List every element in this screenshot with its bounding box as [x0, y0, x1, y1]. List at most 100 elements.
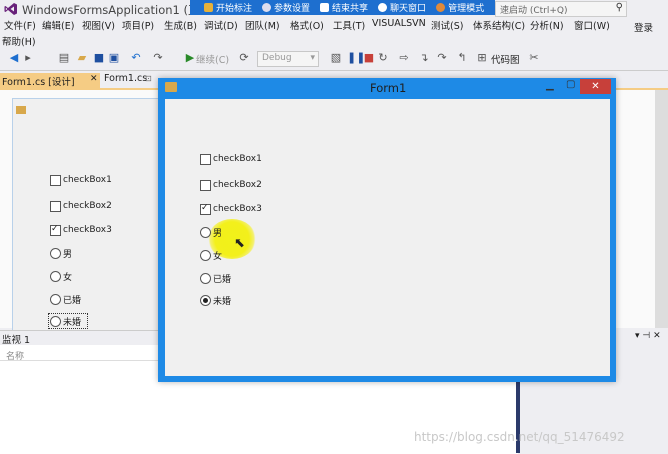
menu-build[interactable]: 生成(B) — [164, 18, 197, 32]
stop-icon[interactable]: ■ — [363, 52, 375, 64]
pin-icon[interactable]: ▾ ⊣ ✕ — [635, 331, 661, 341]
close-icon[interactable]: ✕ — [90, 74, 98, 84]
designer-checkbox-3[interactable]: ✓ — [50, 225, 61, 236]
stop-share-icon — [320, 3, 330, 12]
share-stop[interactable]: 结束共享 — [316, 1, 374, 14]
designer-radio-male[interactable] — [50, 248, 61, 259]
menu-window[interactable]: 窗口(W) — [574, 18, 610, 32]
designer-radio-female-label: 女 — [63, 273, 73, 283]
form-icon — [16, 106, 26, 114]
tab-form1-designer[interactable]: Form1.cs [设计] ✕ — [0, 73, 100, 88]
form1-checkbox-2-label: checkBox2 — [213, 180, 262, 190]
designer-checkbox-1-label: checkBox1 — [63, 175, 112, 185]
designer-radio-female[interactable] — [50, 271, 61, 282]
quick-launch-placeholder: 速启动 (Ctrl+Q) — [500, 6, 568, 16]
pause-icon[interactable]: ❚❚ — [347, 52, 365, 64]
menu-help[interactable]: 帮助(H) — [2, 34, 36, 48]
maximize-icon[interactable]: ▢ — [566, 79, 575, 90]
visual-studio-logo-icon — [4, 3, 17, 15]
designer-radio-single[interactable] — [50, 316, 61, 327]
menu-visualsvn[interactable]: VISUALSVN — [372, 18, 426, 29]
open-folder-icon[interactable]: ▰ — [76, 52, 88, 64]
menu-debug[interactable]: 调试(D) — [204, 18, 238, 32]
redo-icon[interactable]: ↷ — [152, 52, 164, 64]
play-icon[interactable]: ▶ — [184, 52, 196, 64]
form1-radio-single[interactable] — [200, 295, 211, 306]
share-item-label: 管理模式 — [448, 4, 485, 14]
share-admin[interactable]: 管理模式 — [432, 1, 490, 14]
gear-icon — [262, 3, 272, 12]
form1-radio-female[interactable] — [200, 250, 211, 261]
form1-app-icon — [165, 82, 177, 92]
new-project-icon[interactable]: ▤ — [58, 52, 70, 64]
user-icon — [436, 3, 446, 12]
menu-edit[interactable]: 编辑(E) — [42, 18, 74, 32]
codemap-icon[interactable]: ⊞ — [476, 52, 488, 64]
designer-checkbox-3-label: checkBox3 — [63, 225, 112, 235]
form1-radio-male[interactable] — [200, 227, 211, 238]
watermark: https://blog.csdn.net/qq_51476492 — [414, 430, 625, 444]
form1-checkbox-2[interactable] — [200, 180, 211, 191]
designer-radio-married[interactable] — [50, 294, 61, 305]
save-all-icon[interactable]: ▣ — [108, 52, 120, 64]
watch-title: 监视 1 — [2, 335, 31, 346]
share-start-annotate[interactable]: 开始标注 — [200, 1, 258, 14]
restart-debug-icon[interactable]: ↻ — [377, 52, 389, 64]
continue-button[interactable]: 继续(C) — [196, 52, 229, 66]
login-link[interactable]: 登录 — [634, 20, 653, 34]
radio-dot-icon — [203, 298, 208, 303]
mouse-pointer-icon: ⬉ — [234, 236, 245, 251]
form1-checkbox-3-label: checkBox3 — [213, 204, 262, 214]
share-chat[interactable]: 聊天窗口 — [374, 1, 432, 14]
designer-radio-single-label: 未婚 — [63, 318, 82, 328]
lock-icon: ⊡ — [145, 74, 152, 83]
menu-architecture[interactable]: 体系结构(C) — [473, 18, 525, 32]
form1-radio-married-label: 已婚 — [213, 275, 232, 285]
save-icon[interactable]: ■ — [93, 52, 105, 64]
designer-radio-male-label: 男 — [63, 250, 73, 260]
show-next-statement-icon[interactable]: ⇨ — [398, 52, 410, 64]
menu-analyze[interactable]: 分析(N) — [530, 18, 564, 32]
menu-tools[interactable]: 工具(T) — [333, 18, 365, 32]
designer-checkbox-2[interactable] — [50, 201, 61, 212]
share-settings[interactable]: 参数设置 — [258, 1, 316, 14]
tab-form1-code[interactable]: Form1.cs — [104, 73, 147, 84]
step-into-icon[interactable]: ↴ — [418, 52, 430, 64]
attach-icon[interactable]: ▧ — [330, 52, 342, 64]
designer-checkbox-2-label: checkBox2 — [63, 201, 112, 211]
form1-radio-male-label: 男 — [213, 229, 223, 239]
minimize-icon[interactable]: ▁ — [546, 80, 554, 91]
solution-config-select[interactable]: Debug ▾ — [257, 51, 319, 67]
menu-project[interactable]: 项目(P) — [122, 18, 154, 32]
menu-file[interactable]: 文件(F) — [4, 18, 36, 32]
designer-radio-married-label: 已婚 — [63, 296, 82, 306]
menu-test[interactable]: 测试(S) — [431, 18, 463, 32]
designer-checkbox-1[interactable] — [50, 175, 61, 186]
form1-checkbox-1[interactable] — [200, 154, 211, 165]
form1-title: Form1 — [370, 81, 407, 95]
share-toolbar: 开始标注 参数设置 结束共享 聊天窗口 管理模式 — [190, 0, 495, 15]
codemap-button[interactable]: 代码图 — [491, 52, 520, 66]
pen-icon — [204, 3, 213, 12]
designer-scrollbar[interactable] — [655, 90, 668, 328]
share-item-label: 开始标注 — [216, 4, 253, 14]
close-button[interactable]: ✕ — [580, 79, 611, 94]
chevron-down-icon: ▾ — [310, 53, 315, 63]
share-item-label: 聊天窗口 — [390, 4, 427, 14]
share-item-label: 结束共享 — [332, 4, 369, 14]
back-icon[interactable]: ◀ — [8, 52, 20, 64]
form1-checkbox-3[interactable]: ✓ — [200, 204, 211, 215]
checkmark-icon: ✓ — [201, 203, 209, 213]
breakpoints-icon[interactable]: ✂ — [528, 52, 540, 64]
quick-launch-input[interactable]: 速启动 (Ctrl+Q) ⚲ — [495, 1, 627, 17]
undo-icon[interactable]: ↶ — [130, 52, 142, 64]
form1-radio-married[interactable] — [200, 273, 211, 284]
restart-icon[interactable]: ⟳ — [238, 52, 250, 64]
menu-team[interactable]: 团队(M) — [245, 18, 280, 32]
menu-format[interactable]: 格式(O) — [290, 18, 324, 32]
forward-icon[interactable]: ▸ — [22, 52, 34, 64]
search-icon: ⚲ — [615, 2, 623, 13]
step-over-icon[interactable]: ↷ — [436, 52, 448, 64]
menu-view[interactable]: 视图(V) — [82, 18, 115, 32]
step-out-icon[interactable]: ↰ — [456, 52, 468, 64]
